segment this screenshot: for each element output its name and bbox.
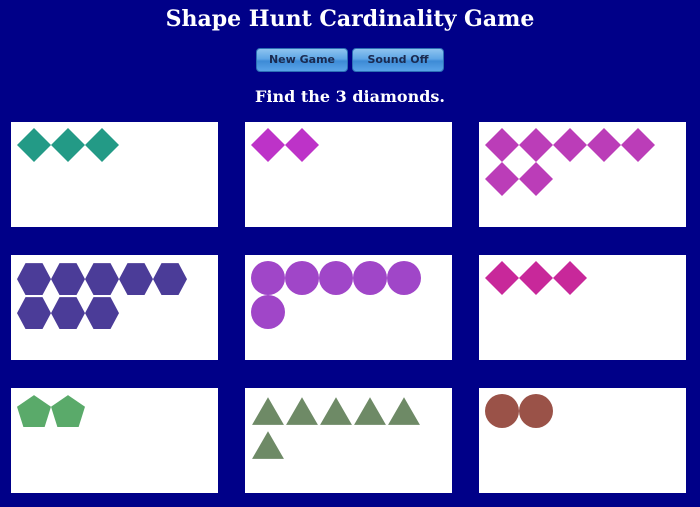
control-bar: New Game Sound Off [0,48,700,72]
diamond-shape [51,128,85,162]
shape-group [17,128,217,162]
shape-group [485,261,685,295]
circle-shape [251,295,285,329]
hexagon-shape [51,297,85,329]
diamond-shape [553,128,587,162]
diamond-shape [485,261,519,295]
triangle-shape [252,431,284,459]
hexagon-shape [17,297,51,329]
shape-group [251,128,451,162]
shape-card-9[interactable] [479,388,686,493]
shape-group [251,394,451,462]
triangle-shape [252,397,284,425]
circle-shape [485,394,519,428]
sound-toggle-button[interactable]: Sound Off [352,48,444,72]
shape-card-7[interactable] [11,388,218,493]
pentagon-shape [51,395,85,427]
shape-group [485,128,685,196]
triangle-shape [286,397,318,425]
diamond-shape [285,128,319,162]
diamond-shape [519,128,553,162]
circle-shape [251,261,285,295]
hexagon-shape [85,297,119,329]
shape-group [17,261,217,329]
new-game-button[interactable]: New Game [256,48,348,72]
hexagon-shape [119,263,153,295]
triangle-shape [354,397,386,425]
game-title: Shape Hunt Cardinality Game [165,6,535,32]
hexagon-shape [51,263,85,295]
hexagon-shape [153,263,187,295]
circle-shape [387,261,421,295]
shape-card-8[interactable] [245,388,452,493]
triangle-shape [388,397,420,425]
diamond-shape [519,162,553,196]
shape-group [251,261,451,329]
diamond-shape [587,128,621,162]
hexagon-shape [85,263,119,295]
diamond-shape [485,128,519,162]
shape-card-3[interactable] [479,122,686,227]
diamond-shape [485,162,519,196]
circle-shape [285,261,319,295]
diamond-shape [621,128,655,162]
task-prompt: Find the 3 diamonds. [255,87,445,106]
diamond-shape [519,261,553,295]
circle-shape [319,261,353,295]
pentagon-shape [17,395,51,427]
shape-card-6[interactable] [479,255,686,360]
shape-card-5[interactable] [245,255,452,360]
shape-group [485,394,685,428]
triangle-shape [320,397,352,425]
diamond-shape [251,128,285,162]
shape-card-2[interactable] [245,122,452,227]
circle-shape [353,261,387,295]
shape-group [17,394,217,428]
diamond-shape [553,261,587,295]
circle-shape [519,394,553,428]
shape-card-1[interactable] [11,122,218,227]
hexagon-shape [17,263,51,295]
diamond-shape [85,128,119,162]
diamond-shape [17,128,51,162]
shape-card-4[interactable] [11,255,218,360]
